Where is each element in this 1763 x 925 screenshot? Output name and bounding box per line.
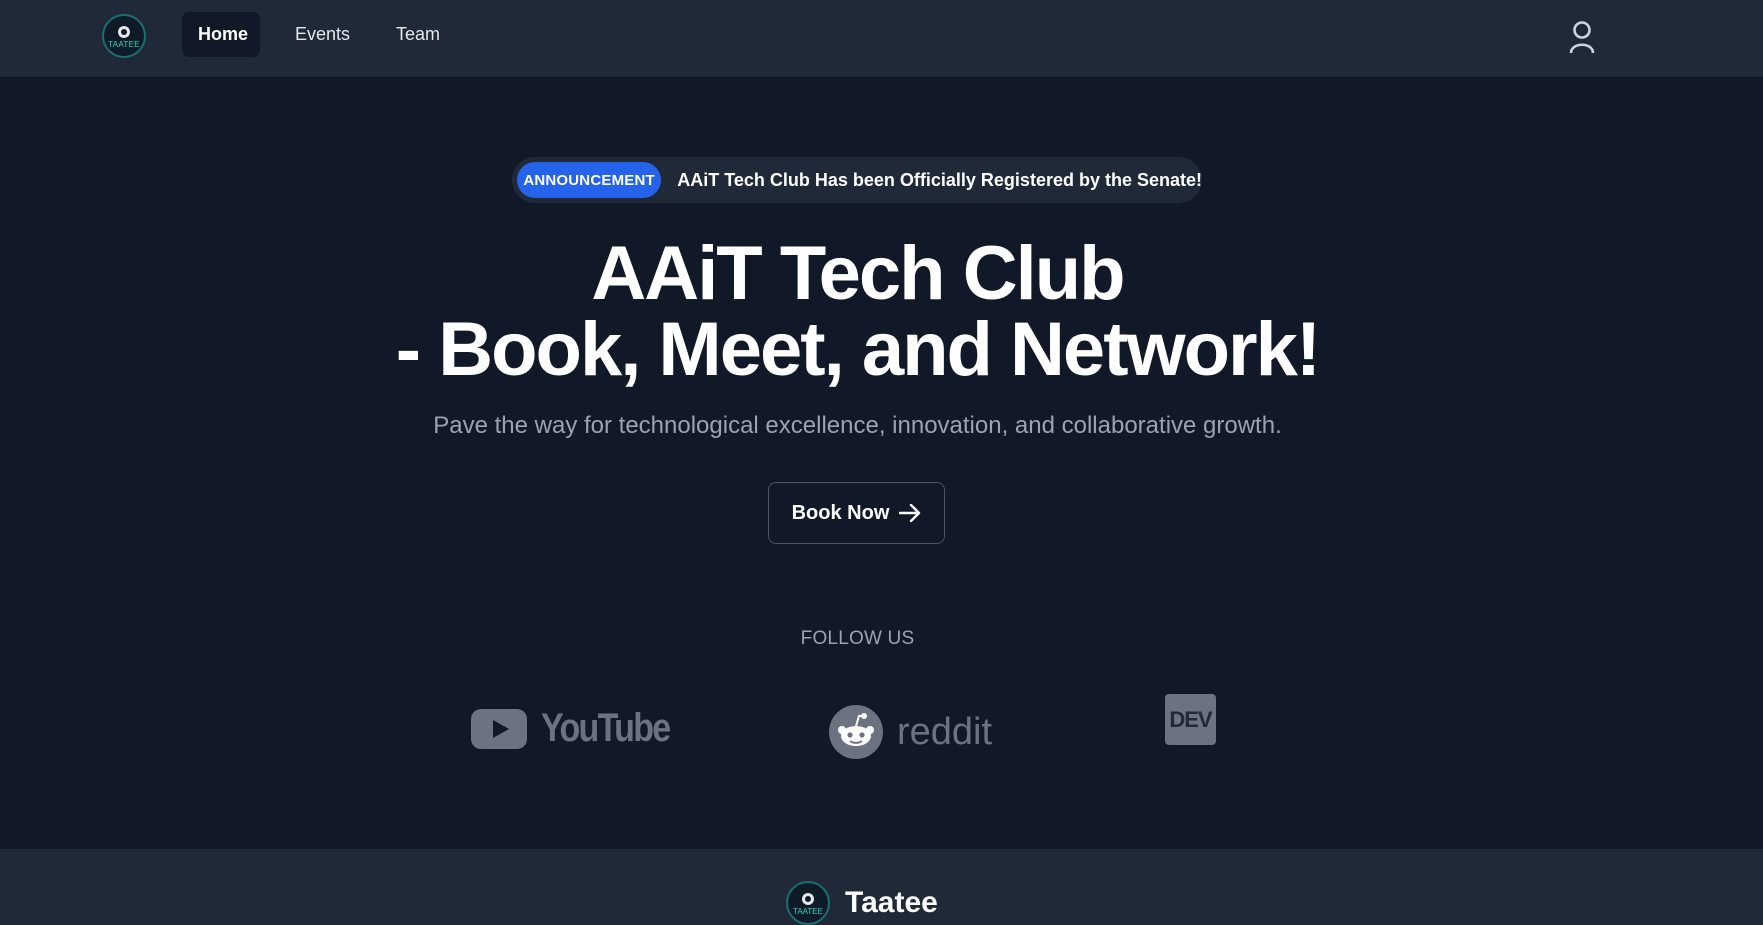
follow-us-heading: FOLLOW US — [800, 628, 915, 649]
youtube-icon — [471, 708, 527, 749]
nav-item-events[interactable]: Events — [279, 12, 366, 57]
footer-logo-mark-icon — [802, 892, 814, 905]
dev-icon: DEV — [1169, 706, 1212, 732]
book-now-button[interactable]: Book Now — [768, 482, 945, 544]
footer-logo[interactable]: TAATEE — [786, 881, 830, 925]
logo-text: TAATEE — [108, 39, 140, 49]
arrow-right-icon — [899, 504, 921, 522]
hero-title-line-1: AAiT Tech Club — [591, 231, 1125, 316]
reddit-icon — [829, 705, 883, 759]
nav-item-home[interactable]: Home — [182, 12, 260, 57]
nav-item-team[interactable]: Team — [380, 12, 456, 57]
logo[interactable]: TAATEE — [102, 14, 146, 58]
book-now-label: Book Now — [791, 501, 890, 524]
dev-link[interactable]: DEV — [1165, 694, 1216, 745]
youtube-link[interactable]: YouTube — [471, 706, 692, 751]
footer: TAATEE Taatee — [0, 849, 1763, 925]
hero-subtitle: Pave the way for technological excellenc… — [433, 412, 1282, 439]
announcement-text: AAiT Tech Club Has been Officially Regis… — [677, 169, 1202, 190]
hero-title-line-2: - Book, Meet, and Network! — [395, 307, 1321, 392]
footer-brand-name: Taatee — [845, 886, 938, 919]
logo-mark-icon — [118, 25, 130, 38]
hero-title: AAiT Tech Club - Book, Meet, and Network… — [0, 236, 1715, 388]
reddit-link[interactable]: reddit — [829, 705, 992, 759]
announcement-badge: ANNOUNCEMENT — [517, 162, 662, 198]
youtube-wordmark: YouTube — [541, 706, 671, 750]
footer-logo-text: TAATEE — [793, 906, 823, 916]
navbar: TAATEE Home Events Team — [0, 0, 1763, 77]
user-icon[interactable] — [1568, 20, 1596, 54]
reddit-wordmark: reddit — [897, 710, 993, 753]
announcement-banner[interactable]: ANNOUNCEMENT AAiT Tech Club Has been Off… — [512, 157, 1202, 203]
